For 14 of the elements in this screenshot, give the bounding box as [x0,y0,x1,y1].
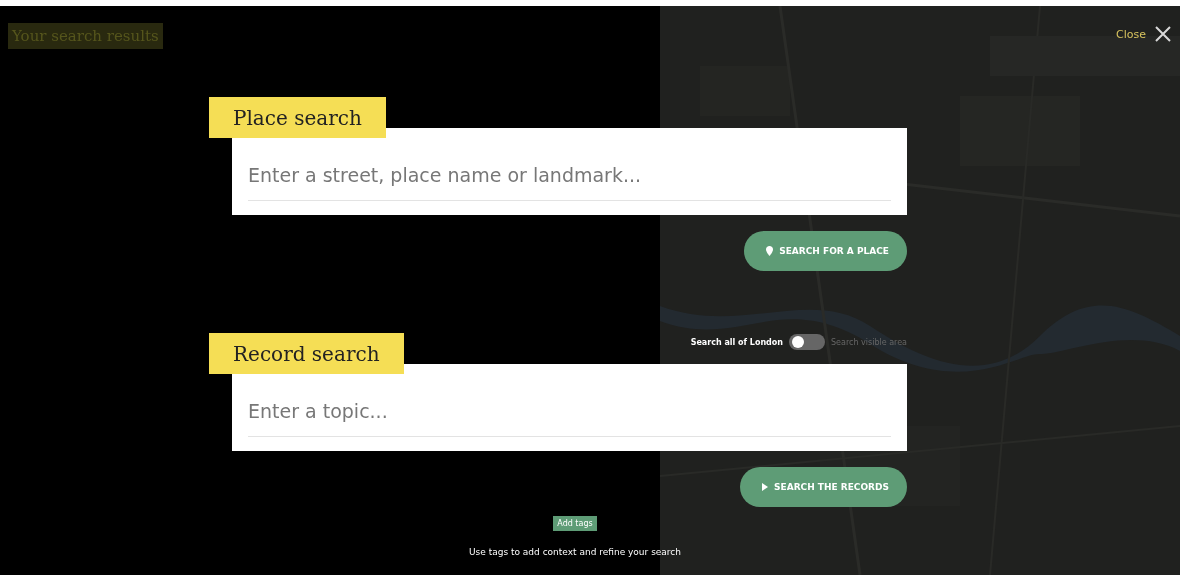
section-heading: Place search [209,97,386,138]
hint-text: Use tags to add context and refine your search [468,547,682,557]
play-icon [762,483,769,491]
toggle-label: Search all of London [690,337,783,347]
search-field[interactable]: Enter a street, place name or landmark... [232,128,907,215]
close-icon[interactable] [1154,25,1172,43]
add-tags-button[interactable]: Add tags [553,516,597,531]
close-link[interactable]: Close [1116,27,1146,41]
pin-icon [766,246,774,256]
scope-switch[interactable] [789,334,825,350]
search-field[interactable]: Enter a topic... [232,364,907,451]
search-button[interactable]: SEARCH FOR A PLACE [744,231,907,271]
search-button[interactable]: SEARCH THE RECORDS [740,467,907,507]
section-heading: Record search [209,333,404,374]
